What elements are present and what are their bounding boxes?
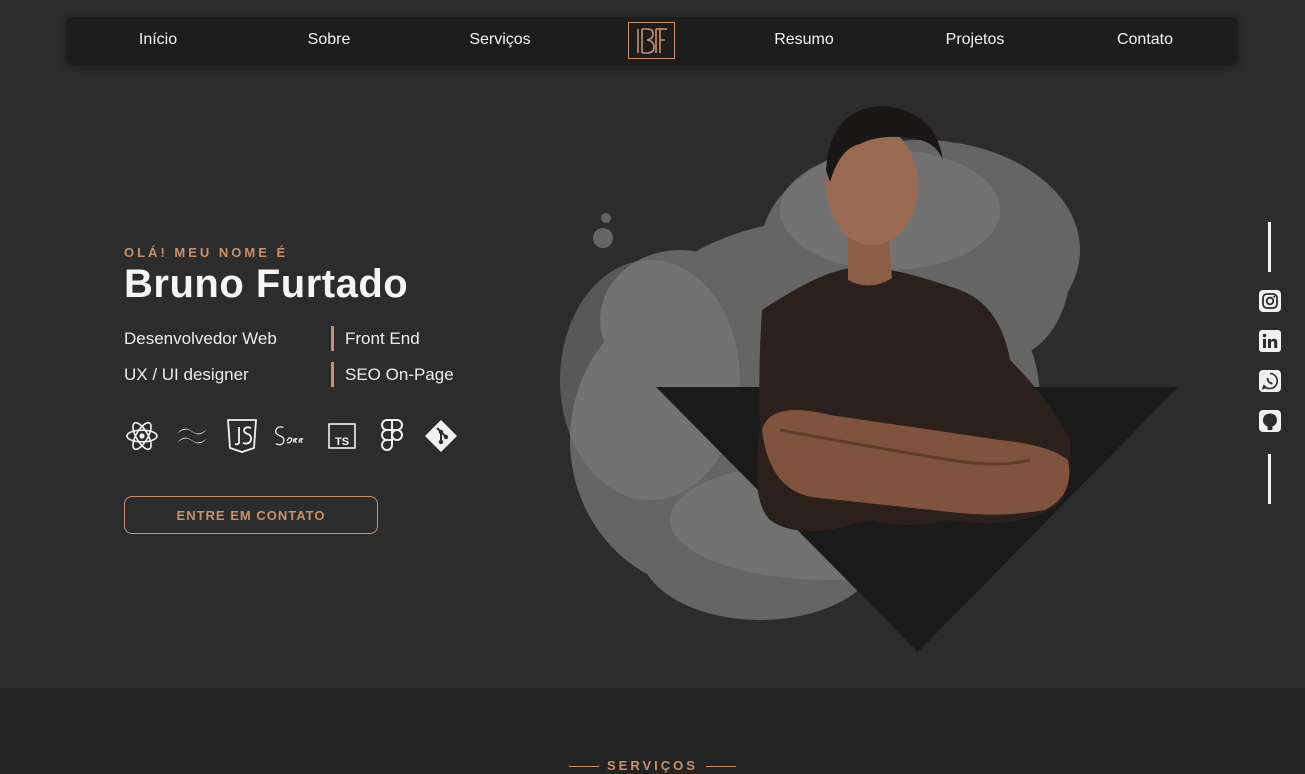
- nav-link-contato[interactable]: Contato: [1085, 17, 1205, 65]
- role-web-developer: Desenvolvedor Web: [124, 329, 277, 348]
- contact-cta-button[interactable]: ENTRE EM CONTATO: [124, 496, 378, 534]
- role-ux-ui-designer: UX / UI designer: [124, 365, 249, 384]
- nav-link-projetos[interactable]: Projetos: [915, 17, 1035, 65]
- social-divider: [1268, 454, 1271, 504]
- hero-greeting: OLÁ! MEU NOME É: [124, 245, 289, 260]
- linkedin-icon[interactable]: [1257, 328, 1282, 353]
- typescript-icon: TS: [324, 417, 360, 455]
- portrait-image: [560, 106, 1178, 652]
- instagram-icon[interactable]: [1257, 288, 1282, 313]
- role-front-end: Front End: [345, 329, 420, 348]
- services-title-text: SERVIÇOS: [607, 758, 698, 773]
- social-divider: [1268, 222, 1271, 272]
- whatsapp-icon[interactable]: [1257, 368, 1282, 393]
- services-title: SERVIÇOS: [0, 758, 1305, 773]
- tailwind-icon: [174, 417, 210, 455]
- role-divider: [331, 362, 334, 387]
- bf-monogram-icon: [636, 27, 667, 54]
- navbar: Início Sobre Serviços Resumo Projetos Co…: [66, 17, 1238, 65]
- title-dash: [569, 765, 600, 768]
- role-seo: SEO On-Page: [345, 365, 454, 384]
- svg-text:TS: TS: [335, 436, 349, 448]
- nav-link-resumo[interactable]: Resumo: [744, 17, 864, 65]
- git-icon: [423, 417, 459, 455]
- nav-link-inicio[interactable]: Início: [98, 17, 218, 65]
- nav-link-sobre[interactable]: Sobre: [269, 17, 389, 65]
- brand-logo[interactable]: [628, 22, 675, 59]
- nav-link-servicos[interactable]: Serviços: [440, 17, 560, 65]
- title-dash: [705, 765, 736, 768]
- github-icon[interactable]: [1257, 408, 1282, 433]
- figma-icon: [374, 417, 410, 455]
- hero-name: Bruno Furtado: [124, 262, 409, 306]
- javascript-icon: [224, 417, 260, 455]
- role-divider: [331, 326, 334, 351]
- sass-icon: [272, 417, 308, 455]
- react-icon: [124, 417, 160, 455]
